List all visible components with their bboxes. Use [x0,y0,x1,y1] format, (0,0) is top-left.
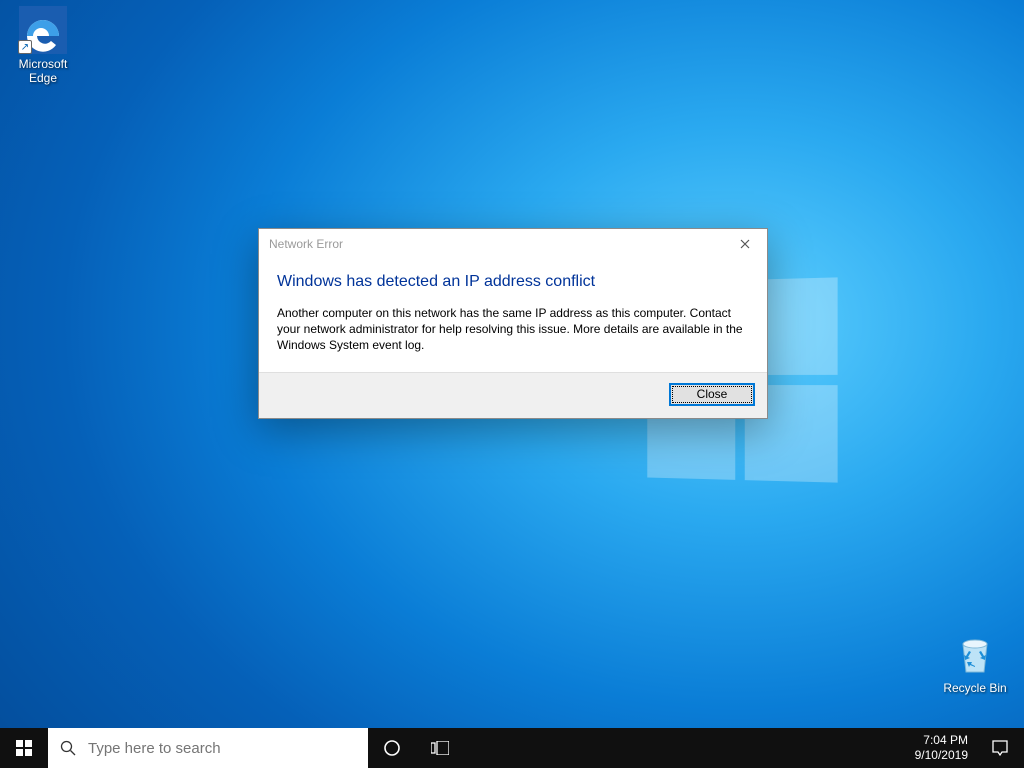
taskbar-spacer [464,728,907,768]
network-error-dialog: Network Error Windows has detected an IP… [258,228,768,419]
clock-time: 7:04 PM [923,733,968,748]
dialog-title: Network Error [269,237,343,251]
taskbar: 7:04 PM 9/10/2019 [0,728,1024,768]
close-icon [740,239,750,249]
task-view-icon [431,741,449,755]
task-view-button[interactable] [416,728,464,768]
dialog-titlebar[interactable]: Network Error [259,229,767,259]
dialog-close-button[interactable] [722,229,767,259]
start-button[interactable] [0,728,48,768]
desktop-icon-recycle-bin[interactable]: Recycle Bin [938,630,1012,696]
search-box[interactable] [48,728,368,768]
search-input[interactable] [88,740,356,757]
notification-icon [991,739,1009,757]
search-icon [60,740,76,756]
desktop-icon-label: Recycle Bin [938,682,1012,696]
recycle-bin-icon [951,630,999,678]
action-center-button[interactable] [976,728,1024,768]
desktop-icon-microsoft-edge[interactable]: ↗ Microsoft Edge [6,6,80,86]
clock-date: 9/10/2019 [915,748,968,763]
shortcut-overlay-icon: ↗ [18,40,32,54]
taskbar-clock[interactable]: 7:04 PM 9/10/2019 [907,728,976,768]
dialog-body: Windows has detected an IP address confl… [259,259,767,372]
windows-logo-icon [16,740,32,756]
system-tray: 7:04 PM 9/10/2019 [907,728,1024,768]
dialog-heading: Windows has detected an IP address confl… [277,273,749,291]
dialog-message: Another computer on this network has the… [277,305,749,354]
dialog-actions: Close [259,373,767,418]
desktop-icon-label: Microsoft Edge [6,58,80,86]
cortana-button[interactable] [368,728,416,768]
close-button[interactable]: Close [669,383,755,406]
cortana-icon [383,739,401,757]
